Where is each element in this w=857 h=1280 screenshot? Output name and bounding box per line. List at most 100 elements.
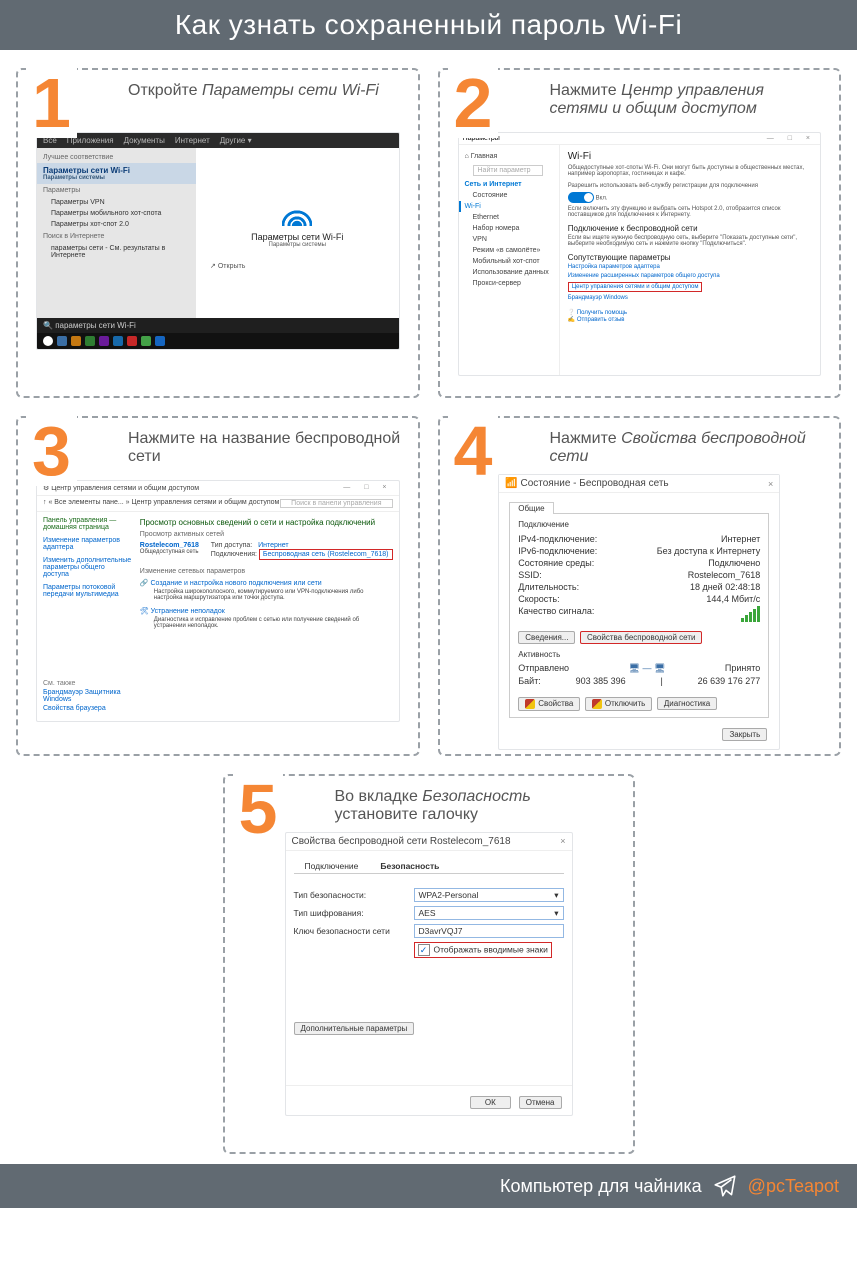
websearch-item[interactable]: параметры сети - См. результаты в Интерн… bbox=[37, 243, 196, 261]
step-3-caption: Нажмите на название беспроводной сети bbox=[128, 430, 402, 466]
taskbar bbox=[37, 333, 399, 349]
kv-v: Подключено bbox=[708, 558, 760, 568]
side-proxy[interactable]: Прокси-сервер bbox=[463, 278, 555, 289]
breadcrumb[interactable]: ↑ « Все элементы пане... » Центр управле… bbox=[43, 499, 279, 508]
step-1-num: 1 bbox=[26, 68, 77, 138]
show-chars-checkbox[interactable]: ✓ bbox=[418, 944, 430, 956]
cp-search[interactable]: Поиск в панели управления bbox=[280, 499, 392, 508]
disable-btn[interactable]: Отключить bbox=[585, 697, 652, 711]
tab-web[interactable]: Интернет bbox=[175, 136, 210, 145]
step-1-screenshot: Все Приложения Документы Интернет Другие… bbox=[36, 132, 400, 350]
feedback-label: Отправить отзыв bbox=[577, 317, 625, 323]
tab-security[interactable]: Безопасность bbox=[369, 858, 450, 874]
enc-combo[interactable]: AES▾ bbox=[414, 906, 564, 920]
close-button[interactable]: Закрыть bbox=[722, 728, 767, 741]
taskbar-icon[interactable] bbox=[85, 336, 95, 346]
step-5-num: 5 bbox=[233, 774, 284, 844]
side-dial[interactable]: Набор номера bbox=[463, 223, 555, 234]
link-firewall[interactable]: Брандмауэр Windows bbox=[568, 295, 812, 301]
item-vpn[interactable]: Параметры VPN bbox=[37, 197, 196, 208]
window-controls[interactable]: — □ × bbox=[343, 484, 392, 492]
item-hotspot20[interactable]: Параметры хот-спот 2.0 bbox=[37, 219, 196, 230]
cp-head: Просмотр основных сведений о сети и наст… bbox=[140, 518, 393, 527]
network-name: Rostelecom_7618 bbox=[140, 542, 199, 549]
taskbar-icon[interactable] bbox=[71, 336, 81, 346]
search-box[interactable]: 🔍 параметры сети Wi-Fi bbox=[37, 318, 399, 333]
side-adapter[interactable]: Изменение параметров адаптера bbox=[43, 536, 132, 552]
kv-l: IPv4-подключение: bbox=[518, 534, 597, 544]
tab-other[interactable]: Другие ▾ bbox=[220, 136, 252, 145]
sec-type-combo[interactable]: WPA2-Personal▾ bbox=[414, 888, 564, 902]
step-4-caption: Нажмите Свойства беспроводной сети bbox=[550, 430, 824, 466]
side-vpn[interactable]: VPN bbox=[463, 234, 555, 245]
cp-sidebar: Панель управления — домашняя страница Из… bbox=[43, 516, 132, 713]
side-wifi[interactable]: Wi-Fi bbox=[459, 201, 555, 212]
toggle-on[interactable] bbox=[568, 192, 594, 203]
step-5-caption: Во вкладке Безопасность установите галоч… bbox=[335, 788, 617, 824]
kv-l: Длительность: bbox=[518, 582, 579, 592]
key-input[interactable]: D3avrVQJ7 bbox=[414, 924, 564, 938]
new-conn-link[interactable]: 🔗 Создание и настройка нового подключени… bbox=[140, 579, 393, 587]
match-title: Параметры сети Wi-Fi bbox=[43, 166, 190, 175]
connection-link[interactable]: Беспроводная сеть (Rostelecom_7618) bbox=[259, 549, 393, 560]
link-sharing[interactable]: Изменение расширенных параметров общего … bbox=[568, 273, 812, 279]
kv-v: 144,4 Мбит/c bbox=[706, 594, 760, 604]
caption-em: Параметры сети Wi-Fi bbox=[202, 82, 379, 99]
details-button[interactable]: Сведения... bbox=[518, 631, 575, 644]
ok-button[interactable]: ОК bbox=[470, 1096, 511, 1109]
side-ethernet[interactable]: Ethernet bbox=[463, 212, 555, 223]
wifi-desc: Общедоступные хот-споты Wi-Fi. Они могут… bbox=[568, 165, 812, 177]
fix-link[interactable]: 🛠 Устранение неполадок bbox=[140, 607, 393, 615]
settings-search[interactable]: Найти параметр bbox=[473, 165, 544, 176]
close-icon[interactable]: × bbox=[560, 836, 565, 847]
link-network-center[interactable]: Центр управления сетями и общим доступом bbox=[568, 282, 703, 292]
side-status[interactable]: Состояние bbox=[463, 190, 555, 201]
taskbar-icon[interactable] bbox=[141, 336, 151, 346]
see-firewall[interactable]: Брандмауэр Защитника Windows bbox=[43, 688, 132, 704]
taskbar-icon[interactable] bbox=[127, 336, 137, 346]
conn-heading: Подключение к беспроводной сети bbox=[568, 224, 812, 233]
tab-general[interactable]: Общие bbox=[509, 502, 553, 514]
link-feedback[interactable]: ✍ Отправить отзыв bbox=[568, 316, 812, 323]
side-data[interactable]: Использование данных bbox=[463, 267, 555, 278]
taskbar-icon[interactable] bbox=[57, 336, 67, 346]
taskbar-icon[interactable] bbox=[99, 336, 109, 346]
disable-label: Отключить bbox=[605, 699, 645, 708]
taskbar-icon[interactable] bbox=[113, 336, 123, 346]
kv-l: Состояние среды: bbox=[518, 558, 594, 568]
side-sharing[interactable]: Изменить дополнительные параметры общего… bbox=[43, 556, 132, 579]
close-icon[interactable]: × bbox=[768, 479, 773, 489]
footer-handle[interactable]: @pcTeapot bbox=[748, 1176, 839, 1197]
cp-main: Просмотр основных сведений о сети и наст… bbox=[140, 516, 393, 713]
open-link[interactable]: ↗ Открыть bbox=[210, 262, 245, 270]
tab-docs[interactable]: Документы bbox=[124, 136, 165, 145]
signal-bars-icon bbox=[741, 606, 760, 622]
step-4-num: 4 bbox=[448, 416, 499, 486]
side-media[interactable]: Параметры потоковой передачи мультимедиа bbox=[43, 583, 132, 599]
props-btn[interactable]: Свойства bbox=[518, 697, 580, 711]
tab-connection[interactable]: Подключение bbox=[294, 858, 370, 874]
link-help[interactable]: ❔ Получить помощь bbox=[568, 309, 812, 316]
enc-value: AES bbox=[419, 908, 436, 918]
conn-desc: Если вы ищете нужную беспроводную сеть, … bbox=[568, 235, 812, 247]
item-hotspot[interactable]: Параметры мобильного хот-спота bbox=[37, 208, 196, 219]
diag-btn[interactable]: Диагностика bbox=[657, 697, 717, 710]
cancel-button[interactable]: Отмена bbox=[519, 1096, 562, 1109]
side-hotspot[interactable]: Мобильный хот-спот bbox=[463, 256, 555, 267]
step-2-caption: Нажмите Центр управления сетями и общим … bbox=[550, 82, 824, 118]
best-match-item[interactable]: Параметры сети Wi-Fi Параметры системы bbox=[37, 163, 196, 184]
sidebar-title: Панель управления — домашняя страница bbox=[43, 516, 132, 532]
link-adapter[interactable]: Настройка параметров адаптера bbox=[568, 264, 812, 270]
start-icon[interactable] bbox=[43, 336, 53, 346]
caption-text: Откройте bbox=[128, 82, 202, 99]
title-text: Состояние - Беспроводная сеть bbox=[520, 478, 668, 489]
enc-label: Тип шифрования: bbox=[294, 908, 414, 918]
window-controls[interactable]: — □ × bbox=[767, 135, 816, 142]
taskbar-icon[interactable] bbox=[155, 336, 165, 346]
see-browser[interactable]: Свойства браузера bbox=[43, 704, 132, 713]
side-airplane[interactable]: Режим «в самолёте» bbox=[463, 245, 555, 256]
advanced-button[interactable]: Дополнительные параметры bbox=[294, 1022, 415, 1035]
props-button[interactable]: Свойства беспроводной сети bbox=[580, 631, 703, 644]
side-home[interactable]: Главная bbox=[471, 153, 498, 160]
row-3: 5 Во вкладке Безопасность установите гал… bbox=[16, 774, 841, 1154]
